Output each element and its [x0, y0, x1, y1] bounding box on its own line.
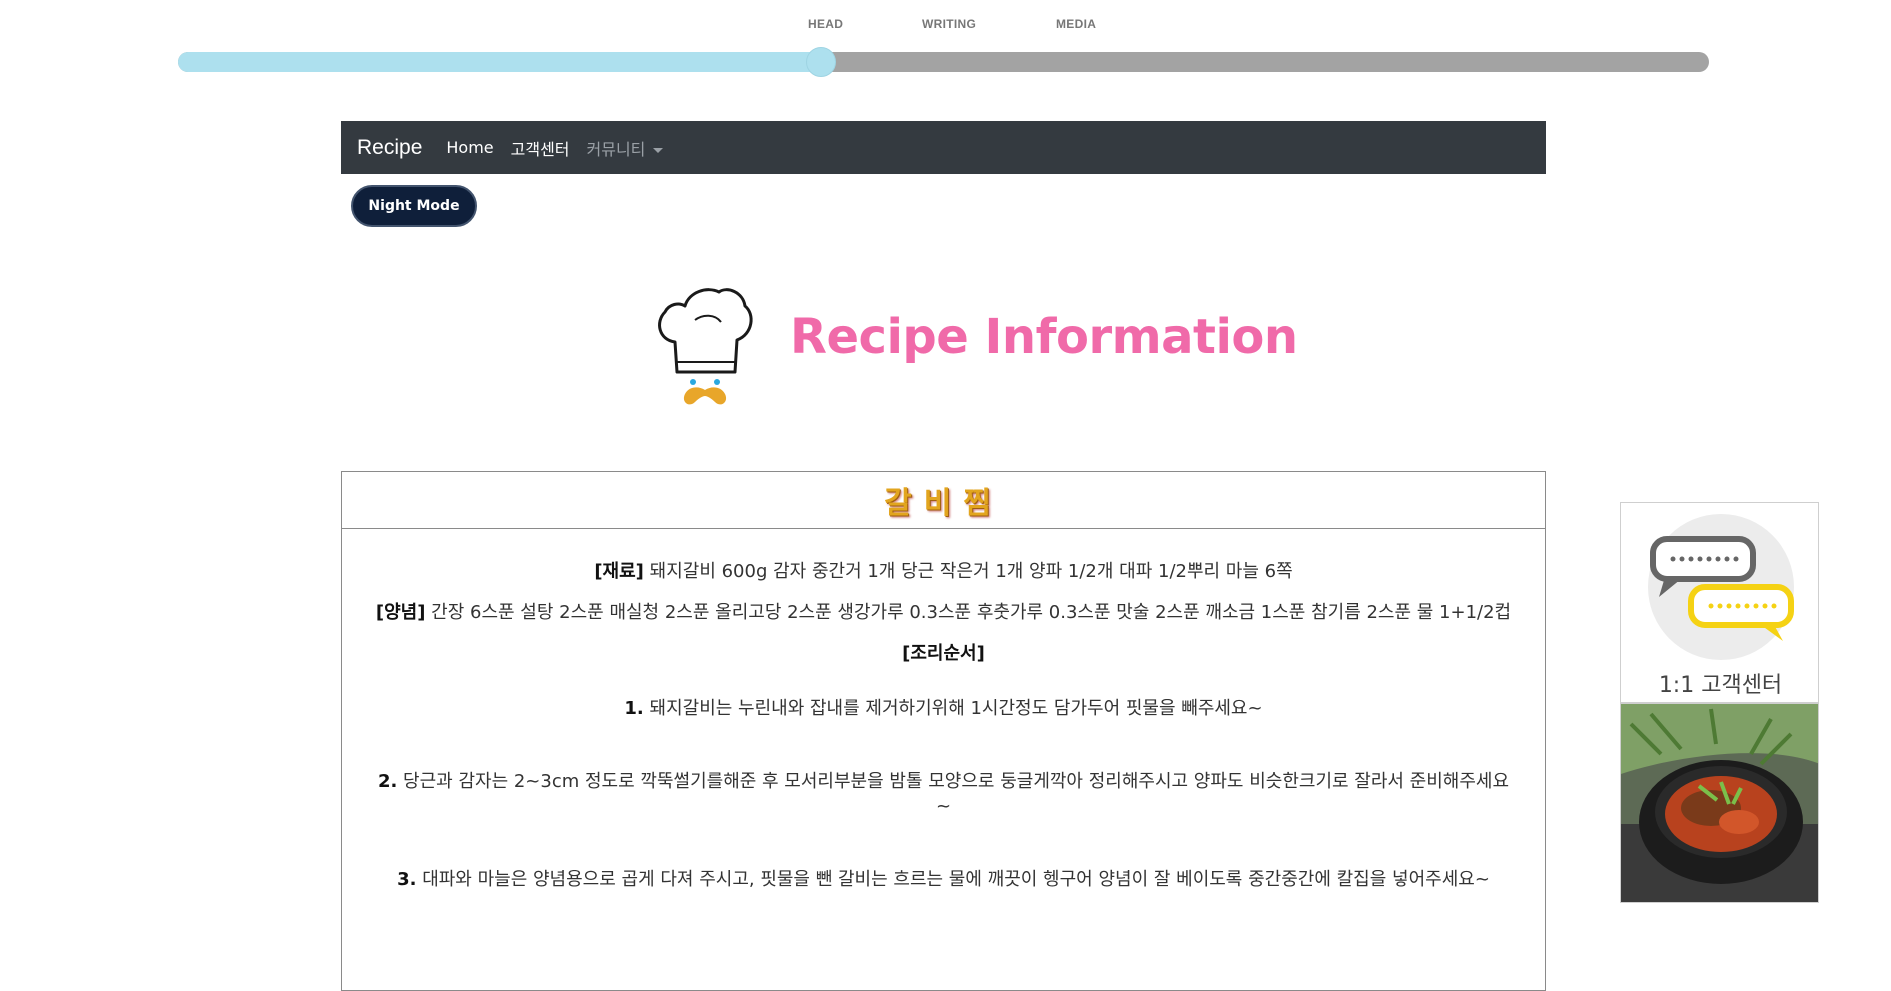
order-heading: [조리순서]: [374, 641, 1513, 666]
recipe-title: 갈비찜: [884, 486, 1003, 521]
nav-community-dropdown[interactable]: 커뮤니티: [587, 136, 664, 160]
stew-bowl-image: [1621, 704, 1818, 902]
progress-label-writing: WRITING: [922, 17, 977, 31]
food-image[interactable]: [1620, 703, 1819, 903]
progress-thumb[interactable]: [806, 47, 836, 77]
ingredients-line: [재료] 돼지갈비 600g 감자 중간거 1개 당근 작은거 1개 양파 1/…: [374, 559, 1513, 584]
step-item: 2. 당근과 감자는 2~3cm 정도로 깍뚝썰기를해준 후 모서리부분을 밤톨…: [374, 769, 1513, 819]
step-text: 돼지갈비는 누린내와 잡내를 제거하기위해 1시간정도 담가두어 핏물을 빼주세…: [649, 698, 1263, 719]
step-number: 3.: [397, 869, 417, 890]
navbar-brand[interactable]: Recipe: [357, 136, 422, 160]
step-item: 3. 대파와 마늘은 양념용으로 곱게 다져 주시고, 핏물을 뺀 갈비는 흐르…: [374, 867, 1513, 892]
step-text: 대파와 마늘은 양념용으로 곱게 다져 주시고, 핏물을 뺀 갈비는 흐르는 물…: [422, 869, 1490, 890]
step-text: 당근과 감자는 2~3cm 정도로 깍뚝썰기를해준 후 모서리부분을 밤톨 모양…: [403, 771, 1510, 817]
progress-label-media: MEDIA: [1056, 17, 1097, 31]
step-number: 1.: [624, 698, 644, 719]
progress-label-head: HEAD: [808, 17, 844, 31]
ingredients-text: 돼지갈비 600g 감자 중간거 1개 당근 작은거 1개 양파 1/2개 대파…: [649, 561, 1293, 582]
nav-customer-center[interactable]: 고객센터: [511, 136, 570, 160]
nav-home[interactable]: Home: [446, 138, 493, 157]
nav-community-label: 커뮤니티: [586, 139, 646, 159]
order-label: [조리순서]: [902, 643, 985, 664]
customer-center-label: 1:1 고객센터: [1658, 673, 1783, 698]
sauce-label: [양념]: [375, 602, 426, 623]
sauce-text: 간장 6스푼 설탕 2스푼 매실청 2스푼 올리고당 2스푼 생강가루 0.3스…: [431, 602, 1512, 623]
ingredients-label: [재료]: [594, 561, 644, 582]
chef-hat-icon: [658, 288, 753, 405]
navbar: Recipe Home 고객센터 커뮤니티: [341, 121, 1546, 174]
progress-fill: [178, 52, 821, 72]
progress-slider[interactable]: [178, 47, 1709, 77]
recipe-title-row: 갈비찜: [342, 472, 1545, 529]
recipe-body: [재료] 돼지갈비 600g 감자 중간거 1개 당근 작은거 1개 양파 1/…: [342, 529, 1545, 892]
sauce-line: [양념] 간장 6스푼 설탕 2스푼 매실청 2스푼 올리고당 2스푼 생강가루…: [374, 600, 1513, 625]
customer-center-widget[interactable]: 1:1 고객센터: [1620, 502, 1819, 703]
step-number: 2.: [377, 771, 398, 792]
progress-labels: HEAD WRITING MEDIA: [0, 17, 1891, 33]
chat-bubbles-icon: [1648, 514, 1794, 660]
caret-down-icon: [653, 147, 664, 153]
logo-title: Recipe Information: [790, 309, 1298, 365]
recipe-card: 갈비찜 [재료] 돼지갈비 600g 감자 중간거 1개 당근 작은거 1개 양…: [341, 471, 1546, 991]
step-item: 1. 돼지갈비는 누린내와 잡내를 제거하기위해 1시간정도 담가두어 핏물을 …: [374, 696, 1513, 721]
night-mode-button[interactable]: Night Mode: [351, 185, 477, 227]
